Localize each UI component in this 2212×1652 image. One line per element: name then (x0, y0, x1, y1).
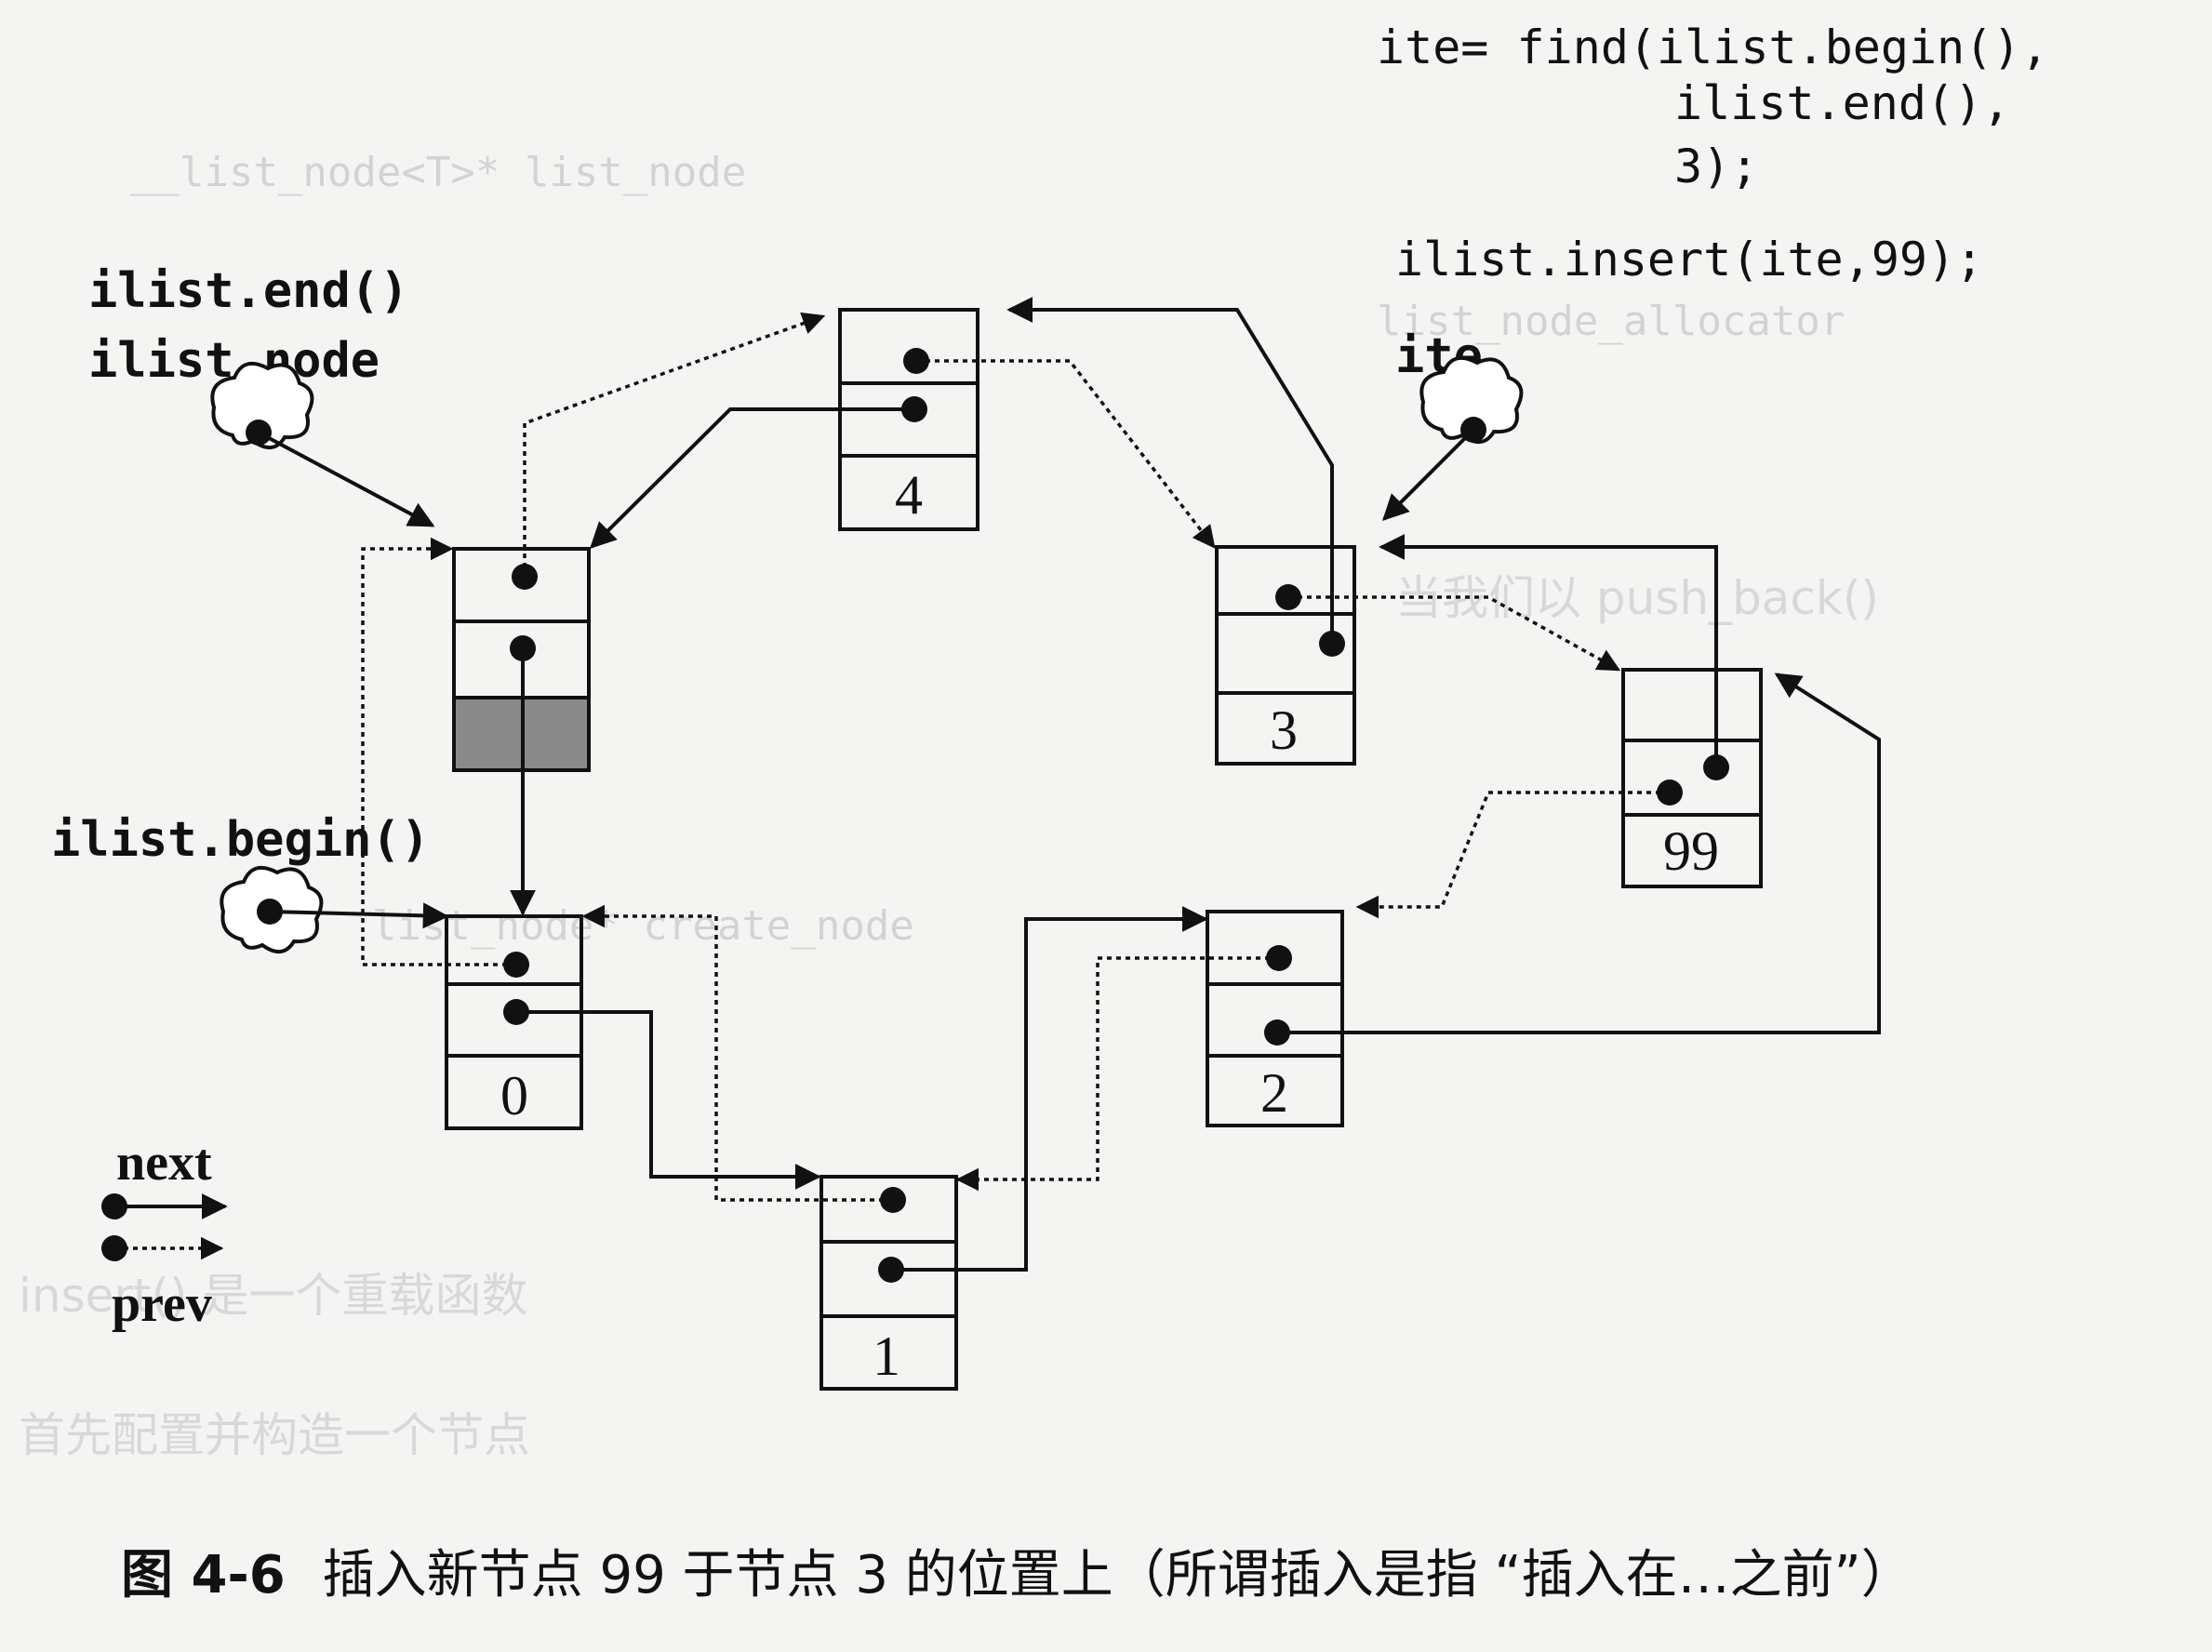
label-ilist-end: ilist.end() (88, 263, 408, 319)
pointer-node-arrow (258, 431, 435, 527)
node-2: 2 (1206, 910, 1344, 1127)
pointer-ite-arrow (1382, 428, 1475, 521)
legend: next prev (101, 1134, 228, 1333)
code-line-4: ilist.insert(ite,99); (1395, 233, 1983, 286)
label-ilist-begin: ilist.begin() (51, 812, 430, 868)
svg-text:__list_node<T>* list_node: __list_node<T>* list_node (130, 149, 746, 196)
node-value: 4 (895, 464, 923, 526)
figure-number: 图 4-6 (121, 1545, 286, 1605)
figure-caption-text: 插入新节点 99 于节点 3 的位置上（所谓插入是指 “插入在…之前”） (322, 1545, 1913, 1605)
code-line-2: ilist.end(), (1674, 76, 2010, 130)
node-value: 0 (500, 1065, 528, 1126)
node-value: 2 (1260, 1062, 1288, 1124)
list-insert-diagram: __list_node<T>* list_node list_node_allo… (19, 20, 2048, 1462)
node-4: 4 (838, 308, 979, 531)
cloud-ilist-begin (220, 865, 324, 953)
svg-text:insert() 是一个重载函数: insert() 是一个重载函数 (19, 1269, 527, 1323)
legend-next-label: next (116, 1134, 212, 1192)
node-1: 1 (820, 1175, 958, 1391)
node-value: 99 (1663, 820, 1719, 882)
figure-caption: 图 4-6 插入新节点 99 于节点 3 的位置上（所谓插入是指 “插入在…之前”… (121, 1533, 1913, 1608)
node-value: 1 (873, 1326, 900, 1387)
svg-text:list_node* create_node: list_node* create_node (372, 902, 914, 950)
code-line-3: 3); (1674, 140, 1758, 193)
code-block: ite= find(ilist.begin(), ilist.end(), 3)… (1377, 20, 2048, 286)
node-value: 3 (1270, 699, 1298, 761)
legend-prev-label: prev (112, 1275, 212, 1333)
code-line-1: ite= find(ilist.begin(), (1377, 20, 2048, 74)
svg-text:首先配置并构造一个节点: 首先配置并构造一个节点 (19, 1408, 530, 1462)
node-99: 99 (1621, 668, 1763, 888)
